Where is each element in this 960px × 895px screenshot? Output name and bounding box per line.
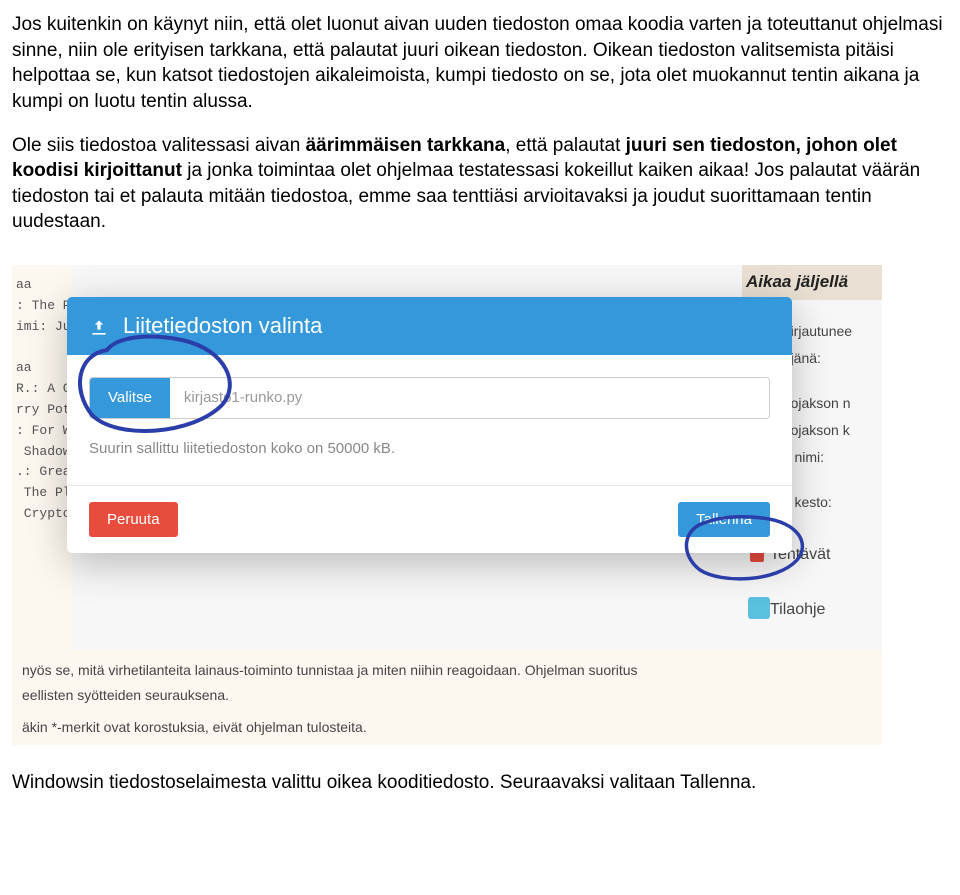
dialog-footer: Peruuta Tallenna [67, 485, 792, 553]
bg-right-help: Tilaohje [742, 595, 882, 625]
dialog-body: Valitse kirjasto1-runko.py Suurin sallit… [67, 355, 792, 486]
bg-right-header: Aikaa jäljellä [742, 265, 882, 300]
instruction-text-block: Jos kuitenkin on käynyt niin, että olet … [12, 12, 948, 235]
file-upload-dialog: Liitetiedoston valinta Valitse kirjasto1… [67, 297, 792, 553]
figure-caption: Windowsin tiedostoselaimesta valittu oik… [12, 770, 948, 796]
instruction-para2: Ole siis tiedostoa valitessasi aivan äär… [12, 133, 948, 236]
save-button[interactable]: Tallenna [678, 502, 770, 537]
dialog-header: Liitetiedoston valinta [67, 297, 792, 355]
upload-icon [89, 316, 109, 336]
screenshot-area: aa : The P imi: Ju aa R.: A G rry Pot : … [12, 265, 882, 745]
dialog-title: Liitetiedoston valinta [123, 311, 322, 341]
file-select-button[interactable]: Valitse [90, 378, 170, 418]
size-hint-text: Suurin sallittu liitetiedoston koko on 5… [89, 435, 770, 477]
filename-display[interactable]: kirjasto1-runko.py [170, 378, 769, 418]
cancel-button[interactable]: Peruuta [89, 502, 178, 537]
bg-bottom-text: nyös se, mitä virhetilanteita lainaus-to… [12, 650, 882, 745]
file-input-row: Valitse kirjasto1-runko.py [89, 377, 770, 419]
instruction-para1: Jos kuitenkin on käynyt niin, että olet … [12, 12, 948, 115]
